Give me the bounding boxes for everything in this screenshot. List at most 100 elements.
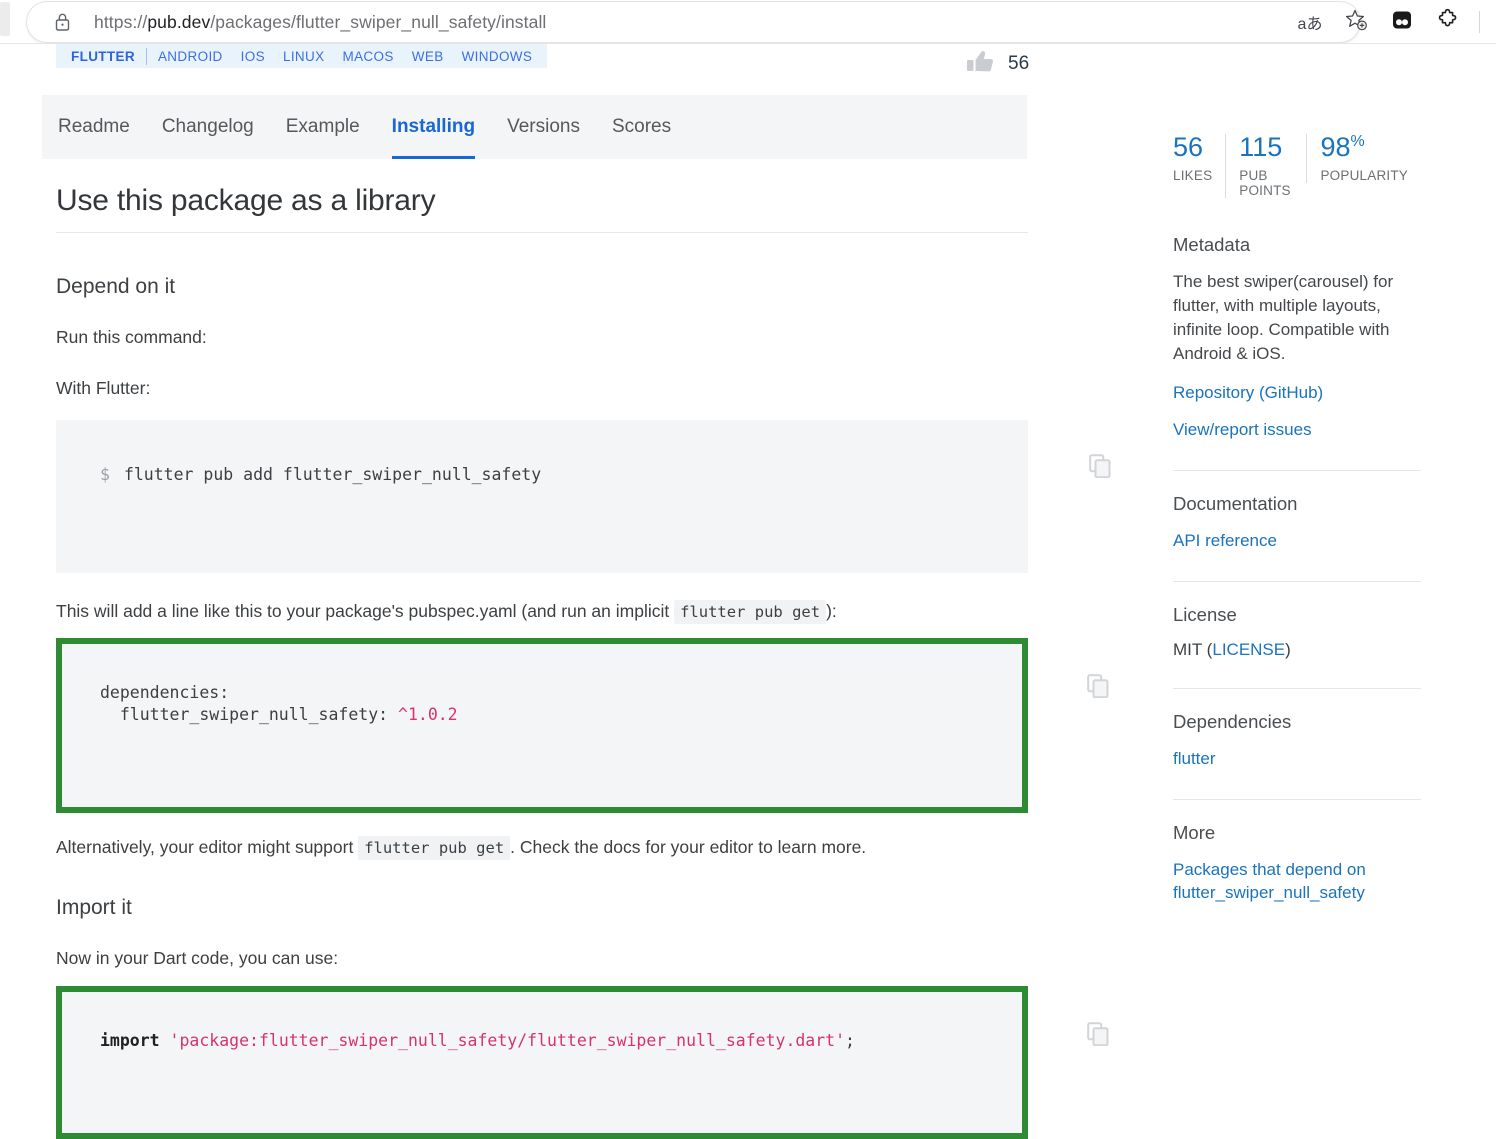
tab-versions[interactable]: Versions <box>507 95 580 159</box>
shell-prompt: $ <box>100 464 110 484</box>
license-prefix: MIT ( <box>1173 639 1213 659</box>
alternative-note: Alternatively, your editor might support… <box>56 835 1028 860</box>
platform-chip-macos[interactable]: MACOS <box>333 49 402 64</box>
stat-popularity[interactable]: 98% POPULARITY <box>1306 134 1421 183</box>
import-note: Now in your Dart code, you can use: <box>56 948 339 969</box>
extensions-puzzle-icon <box>1436 8 1460 37</box>
import-string: 'package:flutter_swiper_null_safety/flut… <box>159 1030 846 1050</box>
packages-that-depend-link[interactable]: Packages that depend on flutter_swiper_n… <box>1173 858 1421 906</box>
dependency-code-block: dependencies: flutter_swiper_null_safety… <box>56 637 1109 813</box>
tab-installing[interactable]: Installing <box>391 95 476 159</box>
sidebar-divider <box>1173 687 1421 689</box>
package-description: The best swiper(carousel) for flutter, w… <box>1173 272 1394 364</box>
section-heading-import-it: Import it <box>56 896 132 920</box>
add-favorite-button[interactable] <box>1333 2 1379 42</box>
pubspec-note-inline-code: flutter pub get <box>674 599 827 624</box>
platform-chip-divider <box>145 47 147 65</box>
page-title: Use this package as a library <box>56 184 1028 233</box>
stat-pub-points[interactable]: 115 PUB POINTS <box>1225 134 1306 198</box>
dependency-flutter-link[interactable]: flutter <box>1173 747 1421 771</box>
tab-strip-edge <box>0 2 10 36</box>
package-tabs: Readme Changelog Example Installing Vers… <box>42 95 1027 159</box>
address-bar-url: https://pub.dev/packages/flutter_swiper_… <box>94 12 546 33</box>
stat-popularity-suffix: % <box>1350 133 1365 150</box>
stat-pub-points-value: 115 <box>1239 132 1283 162</box>
url-path: /packages/flutter_swiper_null_safety/ins… <box>210 11 547 32</box>
stat-popularity-number: 98 <box>1320 132 1351 162</box>
api-reference-link[interactable]: API reference <box>1173 529 1421 553</box>
copy-icon[interactable] <box>988 1000 1109 1047</box>
toolbar-actions: aあ <box>1287 0 1488 44</box>
repository-link[interactable]: Repository (GitHub) <box>1173 381 1421 405</box>
with-flutter-label: With Flutter: <box>56 378 151 399</box>
command-code-block-wrap: $ flutter pub add flutter_swiper_null_saf… <box>56 419 1111 573</box>
run-command-label: Run this command: <box>56 327 207 347</box>
copy-icon[interactable] <box>990 432 1111 479</box>
lock-icon <box>53 11 72 33</box>
collections-button[interactable] <box>1379 2 1425 42</box>
sidebar-divider <box>1173 798 1421 800</box>
copy-icon[interactable] <box>988 652 1109 699</box>
license-link[interactable]: LICENSE <box>1212 640 1285 659</box>
sidebar-divider <box>1173 580 1421 582</box>
thumb-up-icon[interactable] <box>966 49 996 80</box>
address-bar[interactable]: https://pub.dev/packages/flutter_swiper_… <box>27 2 1360 42</box>
alternative-note-before: Alternatively, your editor might support <box>56 836 359 857</box>
import-code-block-wrap: import 'package:flutter_swiper_null_safe… <box>56 985 1109 1139</box>
pubspec-note-before: This will add a line like this to your p… <box>56 600 675 621</box>
tab-readme[interactable]: Readme <box>58 95 130 159</box>
score-summary: 56 LIKES 115 PUB POINTS 98% POPULARITY <box>1173 134 1421 198</box>
pubspec-note-after: ): <box>826 600 837 621</box>
sidebar-heading-more: More <box>1173 821 1216 843</box>
stat-likes-value: 56 <box>1173 132 1204 162</box>
platform-chips: FLUTTER ANDROID IOS LINUX MACOS WEB WIND… <box>56 44 548 68</box>
stat-likes-label: LIKES <box>1173 168 1213 183</box>
platform-chip-web[interactable]: WEB <box>403 49 453 64</box>
stat-pub-points-label: PUB POINTS <box>1239 168 1291 198</box>
stat-likes[interactable]: 56 LIKES <box>1173 132 1225 184</box>
package-sidebar: 56 LIKES 115 PUB POINTS 98% POPULARITY M… <box>1173 88 1421 905</box>
dependency-line-1: dependencies: <box>100 682 230 702</box>
platform-chip-flutter[interactable]: FLUTTER <box>62 49 144 64</box>
toolbar-divider <box>1479 11 1480 33</box>
page-content: FLUTTER ANDROID IOS LINUX MACOS WEB WIND… <box>0 44 1496 1139</box>
tab-example[interactable]: Example <box>286 95 360 159</box>
browser-toolbar: https://pub.dev/packages/flutter_swiper_… <box>0 0 1496 44</box>
read-aloud-button[interactable]: aあ <box>1287 2 1333 42</box>
shell-command: flutter pub add flutter_swiper_null_safe… <box>123 464 542 484</box>
star-plus-icon <box>1343 7 1369 38</box>
likes-block[interactable]: 56 <box>966 46 1029 82</box>
collections-icon <box>1390 8 1414 37</box>
url-scheme: https:// <box>94 11 148 32</box>
main-column: Use this package as a library Depend on … <box>56 184 1111 1139</box>
dependency-code-block-wrap: dependencies: flutter_swiper_null_safety… <box>56 637 1109 813</box>
stat-popularity-value: 98% <box>1320 134 1408 161</box>
sidebar-heading-dependencies: Dependencies <box>1173 710 1292 732</box>
command-code-block: $ flutter pub add flutter_swiper_null_saf… <box>56 419 1111 573</box>
tab-changelog[interactable]: Changelog <box>162 95 254 159</box>
sidebar-heading-metadata: Metadata <box>1173 234 1251 255</box>
dependency-package: flutter_swiper_null_safety: <box>100 705 399 725</box>
issues-link[interactable]: View/report issues <box>1173 418 1421 442</box>
license-suffix: ) <box>1285 639 1291 659</box>
section-heading-depend-on-it: Depend on it <box>56 275 176 298</box>
alternative-note-after: . Check the docs for your editor to lear… <box>510 836 867 857</box>
read-aloud-icon: aあ <box>1297 16 1323 33</box>
sidebar-heading-documentation: Documentation <box>1173 493 1298 515</box>
import-keyword: import <box>100 1030 160 1050</box>
import-semicolon: ; <box>845 1030 855 1050</box>
import-code-block: import 'package:flutter_swiper_null_safe… <box>56 985 1109 1139</box>
extensions-button[interactable] <box>1425 2 1471 42</box>
likes-count: 56 <box>1008 53 1030 74</box>
pubspec-note: This will add a line like this to your p… <box>56 599 1028 624</box>
tab-scores[interactable]: Scores <box>612 95 671 159</box>
platform-chip-ios[interactable]: IOS <box>232 49 274 64</box>
url-host: pub.dev <box>147 11 211 32</box>
alternative-note-inline-code: flutter pub get <box>358 835 511 860</box>
sidebar-divider <box>1173 470 1421 472</box>
platform-chip-windows[interactable]: WINDOWS <box>453 49 542 64</box>
dependency-version: ^1.0.2 <box>398 705 458 725</box>
platform-chip-android[interactable]: ANDROID <box>149 49 232 64</box>
platform-chip-linux[interactable]: LINUX <box>274 49 334 64</box>
license-value: MIT (LICENSE) <box>1173 640 1421 660</box>
